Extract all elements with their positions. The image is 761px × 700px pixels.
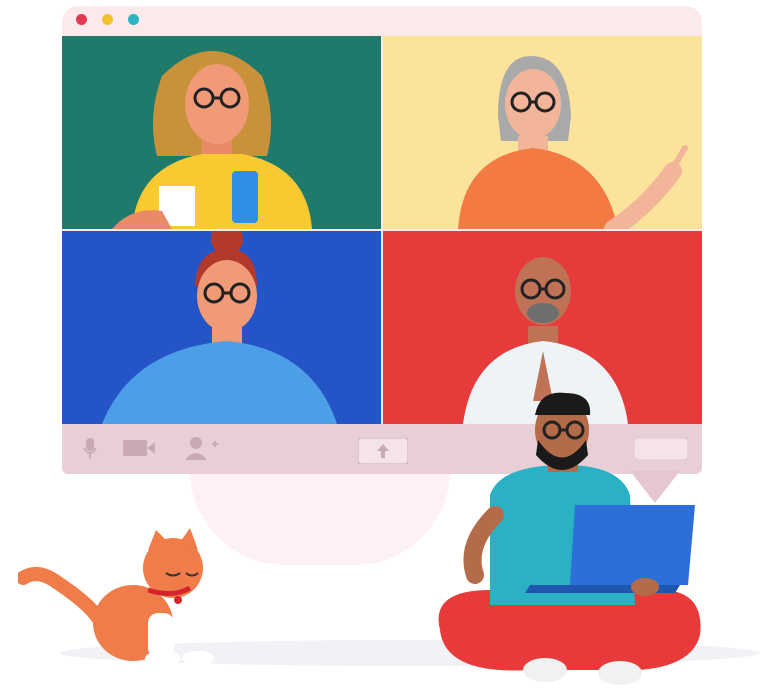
person-with-laptop xyxy=(430,385,710,695)
title-bar xyxy=(62,6,702,36)
participant-woman-curly-hair xyxy=(62,36,381,229)
minimize-dot-icon[interactable] xyxy=(102,14,113,25)
background-blob xyxy=(190,470,450,565)
add-person-icon[interactable] xyxy=(184,436,220,460)
video-grid xyxy=(62,36,702,424)
maximize-dot-icon[interactable] xyxy=(128,14,139,25)
microphone-icon[interactable] xyxy=(82,436,98,460)
camera-icon[interactable] xyxy=(122,436,156,460)
video-tile-3[interactable] xyxy=(62,231,381,424)
cat-illustration xyxy=(16,528,218,668)
close-dot-icon[interactable] xyxy=(76,14,87,25)
participant-woman-gray-hair xyxy=(383,36,702,229)
participant-woman-red-bun xyxy=(62,231,381,424)
video-tile-2[interactable] xyxy=(383,36,702,229)
share-screen-button[interactable] xyxy=(358,438,408,464)
video-tile-1[interactable] xyxy=(62,36,381,229)
